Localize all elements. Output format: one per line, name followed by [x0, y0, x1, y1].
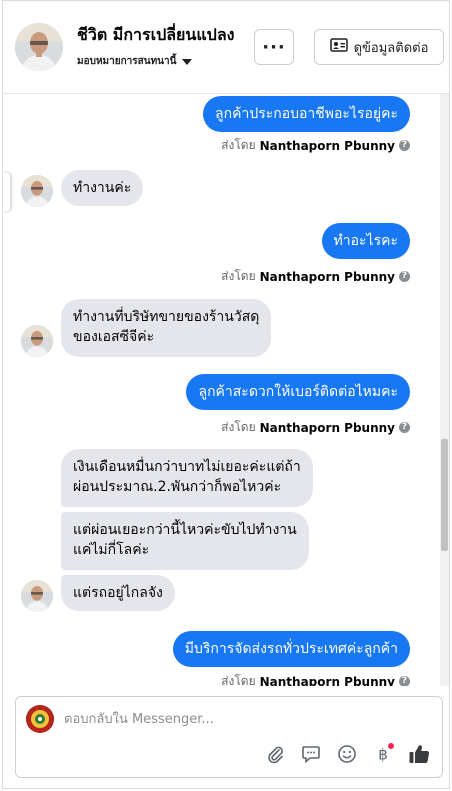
sent-by-prefix: ส่งโดย: [221, 674, 256, 686]
saved-reply-icon[interactable]: [300, 743, 322, 765]
composer-toolbar: ฿: [264, 743, 430, 765]
outgoing-message: ลูกค้าสะดวกให้เบอร์ติดต่อไหมคะ: [186, 374, 410, 410]
incoming-message: แต่ผ่อนเยอะกว่านี้ไหวค่ะขับไปทำงาน แค่ไม…: [61, 512, 309, 570]
scrollbar-thumb[interactable]: [441, 439, 448, 551]
outgoing-message: มีบริการจัดส่งรถทั่วประเทศค่ะลูกค้า: [172, 631, 410, 667]
view-contact-label: ดูข้อมูลติดต่อ: [353, 40, 429, 56]
contact-card-icon: [329, 38, 348, 56]
reply-input[interactable]: [62, 707, 424, 731]
help-icon[interactable]: ?: [399, 676, 410, 686]
contact-avatar-small: [21, 580, 53, 612]
help-icon[interactable]: ?: [399, 271, 410, 282]
sender-name[interactable]: Nanthaporn Pbunny: [260, 675, 395, 687]
message-list: ลูกค้าประกอบอาชีพอะไรอยู่คะ ส่งโดย Nanth…: [3, 94, 440, 686]
incoming-message: แต่รถอยู่ไกลจัง: [61, 575, 175, 611]
reply-composer: ฿: [15, 696, 443, 778]
baht-icon[interactable]: ฿: [372, 743, 394, 765]
sent-by-line: ส่งโดย Nanthaporn Pbunny ?: [221, 136, 410, 155]
more-icon: ···: [262, 36, 286, 58]
emoji-icon[interactable]: [336, 743, 358, 765]
assign-conversation-label: มอบหมายการสนทนานี้: [77, 56, 177, 67]
contact-avatar-small: [21, 325, 53, 357]
help-icon[interactable]: ?: [399, 422, 410, 433]
sent-by-line: ส่งโดย Nanthaporn Pbunny ?: [221, 418, 410, 437]
sender-name[interactable]: Nanthaporn Pbunny: [260, 139, 395, 153]
like-icon[interactable]: [408, 743, 430, 765]
sent-by-prefix: ส่งโดย: [221, 420, 256, 434]
help-icon[interactable]: ?: [399, 140, 410, 151]
incoming-message: ทำงานที่บริษัทขายของร้านวัสดุ ของเอสซีจี…: [61, 299, 272, 357]
incoming-message: ทำงานค่ะ: [61, 170, 144, 206]
assign-conversation-dropdown[interactable]: มอบหมายการสนทนานี้: [77, 54, 193, 69]
contact-avatar[interactable]: [15, 23, 63, 71]
message-scrollbar[interactable]: [440, 94, 449, 686]
page-avatar: [26, 705, 54, 733]
svg-text:฿: ฿: [378, 746, 388, 764]
outgoing-message: ทำอะไรคะ: [321, 223, 410, 259]
sender-name[interactable]: Nanthaporn Pbunny: [260, 270, 395, 284]
caret-down-icon: [182, 58, 193, 65]
contact-avatar-small: [21, 175, 53, 207]
contact-name: ชีวิต มีการเปลี่ยนแปลง: [77, 25, 235, 44]
outgoing-message: ลูกค้าประกอบอาชีพอะไรอยู่คะ: [203, 96, 410, 132]
sender-name[interactable]: Nanthaporn Pbunny: [260, 421, 395, 435]
conversation-header: ชีวิต มีการเปลี่ยนแปลง มอบหมายการสนทนานี…: [3, 1, 449, 94]
incoming-message: เงินเดือนหมื่นกว่าบาทไม่เยอะค่ะแต่ถ้า ผ่…: [61, 449, 313, 507]
conversation-panel: ชีวิต มีการเปลี่ยนแปลง มอบหมายการสนทนานี…: [2, 0, 450, 789]
more-options-button[interactable]: ···: [254, 29, 294, 65]
sent-by-prefix: ส่งโดย: [221, 138, 256, 152]
attachment-icon[interactable]: [264, 743, 286, 765]
notification-dot: [388, 743, 394, 749]
sent-by-line: ส่งโดย Nanthaporn Pbunny ?: [221, 267, 410, 286]
sent-by-line: ส่งโดย Nanthaporn Pbunny ?: [221, 672, 410, 686]
view-contact-button[interactable]: ดูข้อมูลติดต่อ: [314, 29, 444, 65]
sent-by-prefix: ส่งโดย: [221, 269, 256, 283]
